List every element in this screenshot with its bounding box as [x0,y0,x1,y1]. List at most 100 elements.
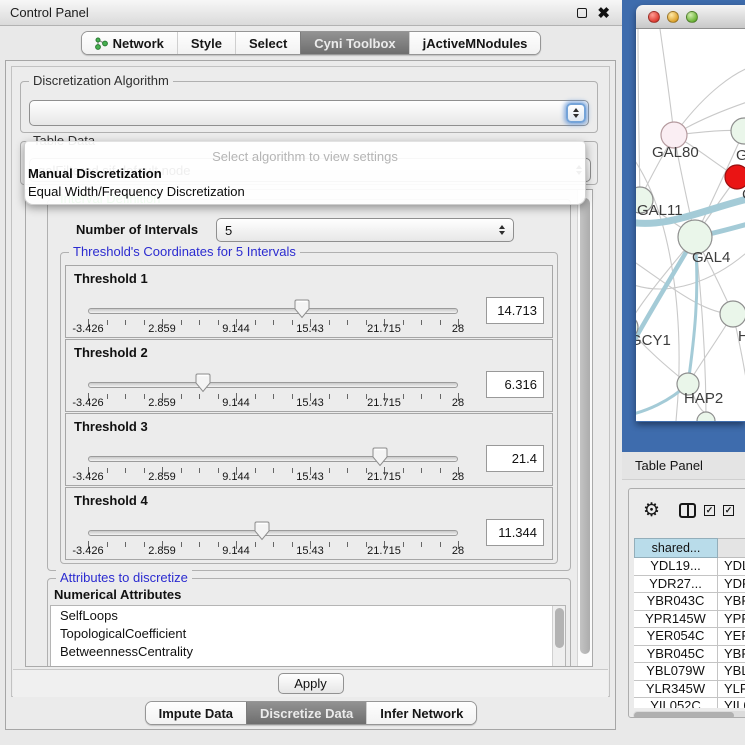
network-node[interactable] [720,301,745,327]
attribute-list-item[interactable]: BetweennessCentrality [51,642,565,660]
network-node-label: HAP2 [684,390,723,407]
gear-icon[interactable]: ⚙ [643,501,660,520]
tick-label: 15.43 [296,397,324,409]
threshold-value-field[interactable]: 11.344 [486,519,544,546]
tab-select[interactable]: Select [235,32,300,54]
threshold-value-field[interactable]: 21.4 [486,445,544,472]
network-view-window: GAL80GACGAL11GAL4GCY1HHAP2 [636,5,745,422]
numerical-attributes-list[interactable]: SelfLoopsTopologicalCoefficientBetweenne… [50,605,566,667]
attribute-list-item[interactable]: SelfLoops [51,606,565,624]
popup-option[interactable]: Equal Width/Frequency Discretization [25,182,585,200]
tick-mark [144,394,145,399]
number-of-intervals-combobox[interactable]: 5 [216,218,514,242]
scrollbar-thumb[interactable] [555,608,564,648]
scrollbar-thumb[interactable] [634,712,734,718]
up-arrow-icon [499,225,505,229]
tick-mark [273,394,274,399]
table-row[interactable]: YBR043CYBR0 [634,593,745,611]
tick-mark [199,468,200,473]
thresholds-group: Threshold's Coordinates for 5 Intervals … [60,252,558,564]
control-panel-titlebar: Control Panel ✖ [0,0,622,26]
tick-mark [403,394,404,399]
table-cell: YIL052C [634,698,718,708]
table-row[interactable]: YER054CYER0 [634,628,745,646]
slider-handle[interactable] [294,299,310,319]
float-window-icon[interactable] [577,8,587,18]
tick-mark [292,394,293,399]
tick-mark [255,320,256,325]
attribute-list-item[interactable]: TopologicalCoefficient [51,624,565,642]
checkbox-icon[interactable]: ✓ [704,505,715,516]
tab-label: Impute Data [159,706,233,721]
tab-cyni-toolbox[interactable]: Cyni Toolbox [300,32,408,54]
threshold-label: Threshold 3 [74,419,148,434]
tick-mark [347,542,348,547]
scrollbar-thumb[interactable] [580,198,590,654]
network-window-titlebar[interactable] [636,5,745,29]
popup-option[interactable]: Manual Discretization [25,164,585,182]
close-traffic-light[interactable] [648,11,660,23]
slider-track[interactable] [88,382,458,388]
bottom-tab-bar: Impute Data Discretize Data Infer Network [0,701,622,725]
tab-jactivemnodules[interactable]: jActiveMNodules [409,32,541,54]
table-row[interactable]: YIL052CYIL0 [634,698,745,708]
tick-label: 2.859 [148,545,176,557]
slider-handle[interactable] [372,447,388,467]
tick-label: 9.144 [222,545,250,557]
tab-label: Select [249,36,287,51]
network-node-label: GAL4 [692,249,730,266]
column-header[interactable]: shared... [634,538,718,558]
slider-track[interactable] [88,308,458,314]
checkbox-icon[interactable]: ✓ [723,505,734,516]
table-cell: YER0 [718,628,745,646]
tick-label: 21.715 [367,397,401,409]
table-row[interactable]: YBR045CYBR0 [634,646,745,664]
network-node[interactable] [697,412,715,421]
network-node-label: H [738,328,745,345]
network-canvas[interactable]: GAL80GACGAL11GAL4GCY1HHAP2 [636,29,745,421]
tab-label: Discretize Data [260,706,353,721]
tick-label: 9.144 [222,323,250,335]
table-row[interactable]: YBL079WYBL0 [634,663,745,681]
settings-vertical-scrollbar[interactable] [577,190,592,666]
table-row[interactable]: YDL19...YDL1 [634,558,745,576]
table-panel-titlebar: Table Panel [622,452,745,480]
tick-mark [125,394,126,399]
table-horizontal-scrollbar[interactable] [633,711,745,718]
threshold-value-field[interactable]: 6.316 [486,371,544,398]
table-row[interactable]: YDR27...YDR2 [634,576,745,594]
tab-network[interactable]: Network [82,32,177,54]
tick-label: 15.43 [296,323,324,335]
tick-label: -3.426 [72,397,103,409]
tick-mark [273,320,274,325]
slider-track[interactable] [88,530,458,536]
slider-handle[interactable] [195,373,211,393]
tick-mark [181,542,182,547]
table-cell: YBR0 [718,593,745,611]
column-header[interactable]: n... [718,538,745,558]
tab-infer-network[interactable]: Infer Network [366,702,476,724]
zoom-traffic-light[interactable] [686,11,698,23]
algorithm-combobox-stepper[interactable] [566,103,586,123]
network-node[interactable] [731,118,745,144]
window-title: Control Panel [10,5,89,20]
number-of-intervals-value: 5 [225,223,232,238]
algorithm-combobox[interactable] [29,100,589,126]
table-row[interactable]: YLR345WYLR3 [634,681,745,699]
close-icon[interactable]: ✖ [597,6,610,21]
tick-mark [218,468,219,473]
network-edge [660,29,674,135]
attributes-list-scrollbar[interactable] [552,606,565,667]
apply-button[interactable]: Apply [278,673,344,694]
tick-label: 2.859 [148,397,176,409]
slider-track[interactable] [88,456,458,462]
table-row[interactable]: YPR145WYPR1 [634,611,745,629]
minimize-traffic-light[interactable] [667,11,679,23]
slider-handle[interactable] [254,521,270,541]
tab-style[interactable]: Style [177,32,235,54]
tab-impute-data[interactable]: Impute Data [146,702,246,724]
split-columns-icon[interactable] [679,503,696,518]
number-of-intervals-stepper[interactable] [499,225,505,235]
threshold-value-field[interactable]: 14.713 [486,297,544,324]
tab-discretize-data[interactable]: Discretize Data [246,702,366,724]
